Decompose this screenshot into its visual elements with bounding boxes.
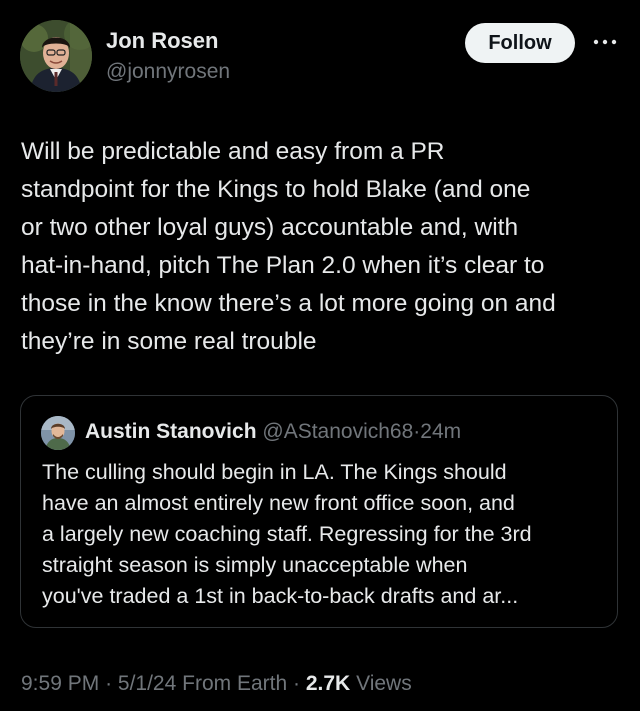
quote-timestamp[interactable]: 24m [420,420,461,443]
follow-button[interactable]: Follow [465,23,575,63]
quote-text: The culling should begin in LA. The King… [42,460,532,608]
meta-separator: · [105,672,113,695]
quote-avatar-image [41,416,75,450]
meta-separator: · [293,672,301,695]
author-name[interactable]: Jon Rosen [106,27,218,55]
tweet-date[interactable]: 5/1/24 [118,672,176,695]
views-label: Views [356,672,412,695]
author-handle[interactable]: @jonnyrosen [106,58,230,86]
tweet-time[interactable]: 9:59 PM [21,672,99,695]
views-count[interactable]: 2.7K [306,672,350,695]
tweet-location: From Earth [182,672,288,695]
author-avatar[interactable] [20,20,92,92]
tweet-meta: 9:59 PM · 5/1/24 From Earth · 2.7K Views [21,670,412,698]
quote-author-handle[interactable]: @AStanovich68 [262,420,413,443]
quote-author-avatar[interactable] [41,416,75,450]
quote-author-name[interactable]: Austin Stanovich [85,420,257,443]
quote-tweet-card[interactable]: Austin Stanovich @AStanovich68·24m The c… [20,395,618,628]
tweet-text: Will be predictable and easy from a PR s… [21,138,556,355]
more-horizontal-icon[interactable] [590,30,620,54]
author-avatar-image [20,20,92,92]
quote-header: Austin Stanovich @AStanovich68·24m [85,417,461,447]
